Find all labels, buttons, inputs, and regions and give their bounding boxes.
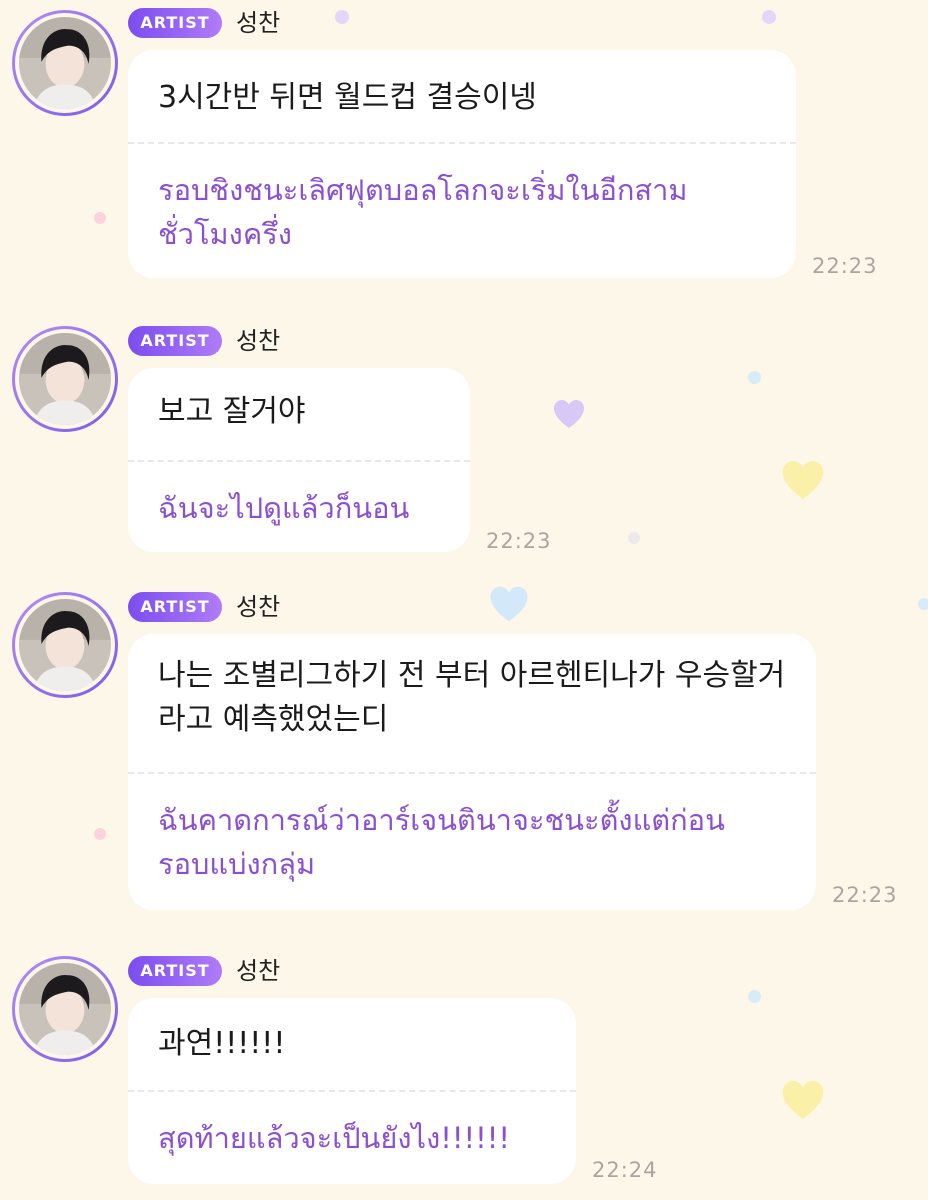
artist-badge: ARTIST (128, 592, 222, 622)
avatar[interactable] (12, 326, 118, 432)
message-text: 나는 조별리그하기 전 부터 아르헨티나가 우승할거라고 예측했었는디 (158, 658, 786, 737)
background-dot (748, 990, 761, 1003)
translation-text: ฉันจะไปดูแล้วก็นอน (158, 491, 410, 525)
translation-text: สุดท้ายแล้วจะเป็นยังไง!!!!!! (158, 1121, 511, 1155)
avatar-photo (19, 333, 111, 425)
artist-badge: ARTIST (128, 326, 222, 356)
message-text: 3시간반 뒤면 월드컵 결승이넹 (158, 80, 537, 115)
avatar[interactable] (12, 10, 118, 116)
background-dot (94, 828, 106, 840)
message-time: 22:24 (592, 1158, 658, 1182)
sender-name[interactable]: 성찬 (236, 956, 280, 986)
blue-heart-icon (490, 586, 528, 622)
background-dot (748, 371, 761, 384)
message-bubble[interactable]: 나는 조별리그하기 전 부터 아르헨티나가 우승할거라고 예측했었는디 ฉันค… (128, 634, 816, 910)
background-dot (762, 10, 776, 24)
yellow-heart-icon (782, 461, 824, 499)
message-time: 22:23 (486, 529, 552, 553)
divider (128, 460, 470, 462)
background-dot (628, 532, 640, 544)
sender-name[interactable]: 성찬 (236, 8, 280, 38)
background-dot (918, 598, 928, 610)
avatar[interactable] (12, 956, 118, 1062)
sender-name[interactable]: 성찬 (236, 592, 280, 622)
avatar-photo (19, 17, 111, 109)
message-text: 보고 잘거야 (158, 394, 306, 429)
avatar-photo (19, 963, 111, 1055)
message-bubble[interactable]: 과연!!!!!! สุดท้ายแล้วจะเป็นยังไง!!!!!! (128, 998, 576, 1184)
divider (128, 1090, 576, 1092)
sender-name[interactable]: 성찬 (236, 326, 280, 356)
divider (128, 772, 816, 774)
message-bubble[interactable]: 3시간반 뒤면 월드컵 결승이넹 รอบชิงชนะเลิศฟุตบอลโลกจ… (128, 50, 796, 278)
message-bubble[interactable]: 보고 잘거야 ฉันจะไปดูแล้วก็นอน (128, 368, 470, 552)
avatar-photo (19, 599, 111, 691)
artist-badge: ARTIST (128, 956, 222, 986)
translation-text: ฉันคาดการณ์ว่าอาร์เจนตินาจะชนะตั้งแต่ก่อ… (158, 803, 725, 881)
purple-heart-icon (554, 400, 584, 428)
message-time: 22:23 (832, 883, 898, 907)
divider (128, 142, 796, 144)
artist-badge: ARTIST (128, 8, 222, 38)
avatar[interactable] (12, 592, 118, 698)
message-text: 과연!!!!!! (158, 1026, 286, 1061)
yellow-heart-icon (782, 1081, 824, 1119)
message-time: 22:23 (812, 254, 878, 278)
background-dot (94, 212, 106, 224)
background-dot (335, 10, 349, 24)
translation-text: รอบชิงชนะเลิศฟุตบอลโลกจะเริ่มในอีกสามชั่… (158, 173, 688, 251)
